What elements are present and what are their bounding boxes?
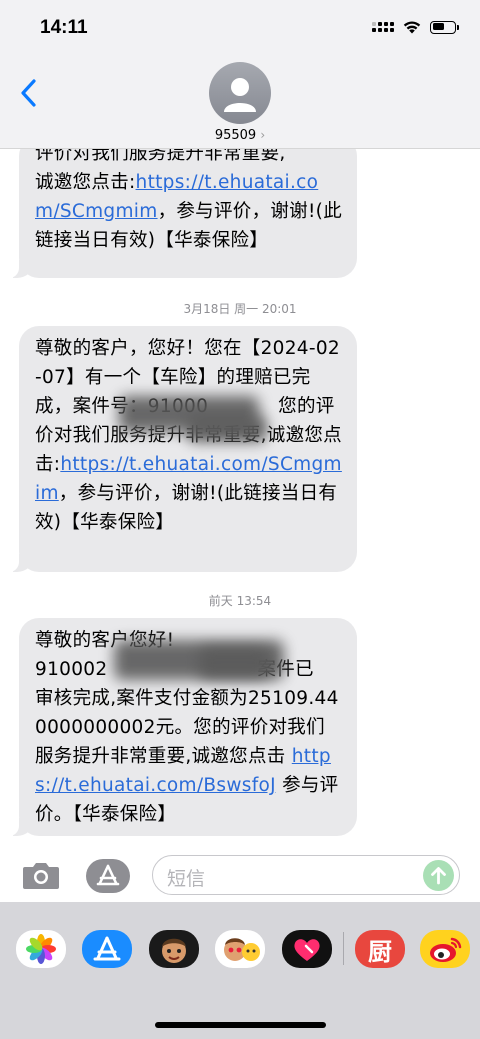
contact-name: 95509: [214, 128, 257, 143]
message-input[interactable]: 短信: [152, 855, 460, 895]
message-list[interactable]: 评价对我们服务提升非常重要, 诚邀您点击:https://t.ehuatai.c…: [0, 148, 480, 850]
cellular-signal-icon: [372, 22, 394, 32]
photos-app[interactable]: [16, 930, 66, 968]
arrow-up-icon: [431, 867, 446, 885]
memoji-app[interactable]: [149, 930, 199, 968]
app-store-app[interactable]: [82, 930, 132, 968]
message-timestamp: 3月18日 周一 20:01: [183, 302, 297, 316]
drawer-divider: [343, 932, 344, 965]
status-icons: [372, 20, 459, 34]
camera-icon[interactable]: [22, 860, 60, 890]
person-icon: [224, 78, 256, 112]
animoji-app[interactable]: [215, 930, 265, 968]
back-chevron-icon[interactable]: [18, 78, 38, 108]
home-indicator[interactable]: [155, 1022, 326, 1028]
weibo-app[interactable]: [420, 930, 470, 968]
send-button[interactable]: [423, 860, 454, 891]
xiachufang-app[interactable]: 厨: [355, 930, 405, 968]
contact-avatar[interactable]: [209, 62, 271, 124]
app-drawer: 厨: [0, 902, 480, 1039]
status-time: 14:11: [40, 17, 88, 38]
memoji-icon: [162, 938, 186, 963]
animoji-icon: [224, 938, 260, 961]
contact-chevron-icon: ›: [260, 128, 266, 142]
message-input-placeholder: 短信: [167, 868, 206, 890]
redaction-blur: [199, 648, 269, 678]
message-timestamp: 前天 13:54: [208, 594, 272, 608]
battery-icon: [430, 20, 459, 34]
heart-icon: [294, 939, 320, 961]
message-text: 910002: [35, 659, 108, 680]
status-bar: 14:11: [0, 0, 480, 58]
app-store-icon: [93, 936, 121, 961]
wifi-icon: [403, 21, 421, 34]
message-text: ，参与评价，谢谢!(此链接当日有效)【华泰保险】: [35, 483, 338, 533]
digital-touch-app[interactable]: [282, 930, 332, 968]
message-text: 诚邀您点击:: [35, 172, 136, 193]
redaction-blur: [187, 416, 267, 442]
xiachufang-icon: 厨: [368, 937, 392, 966]
conversation-header: 95509 ›: [0, 58, 480, 149]
weibo-icon: [430, 937, 462, 962]
photos-icon: [26, 934, 56, 964]
message-bubble[interactable]: 尊敬的客户您好! 910002 案件已 审核完成,案件支付金额为25109.440…: [9, 618, 357, 836]
compose-bar: 短信: [0, 850, 480, 902]
app-store-icon: [96, 864, 120, 886]
contact-name-row[interactable]: 95509 ›: [0, 128, 480, 143]
message-text: 评价对我们服务提升非常重要,: [35, 148, 286, 164]
message-bubble[interactable]: 尊敬的客户，您好！您在【2024-02-07】有一个【车险】的理赔已完成，案件号…: [9, 326, 357, 572]
app-store-button[interactable]: [86, 859, 130, 893]
message-bubble[interactable]: 评价对我们服务提升非常重要, 诚邀您点击:https://t.ehuatai.c…: [9, 148, 357, 278]
